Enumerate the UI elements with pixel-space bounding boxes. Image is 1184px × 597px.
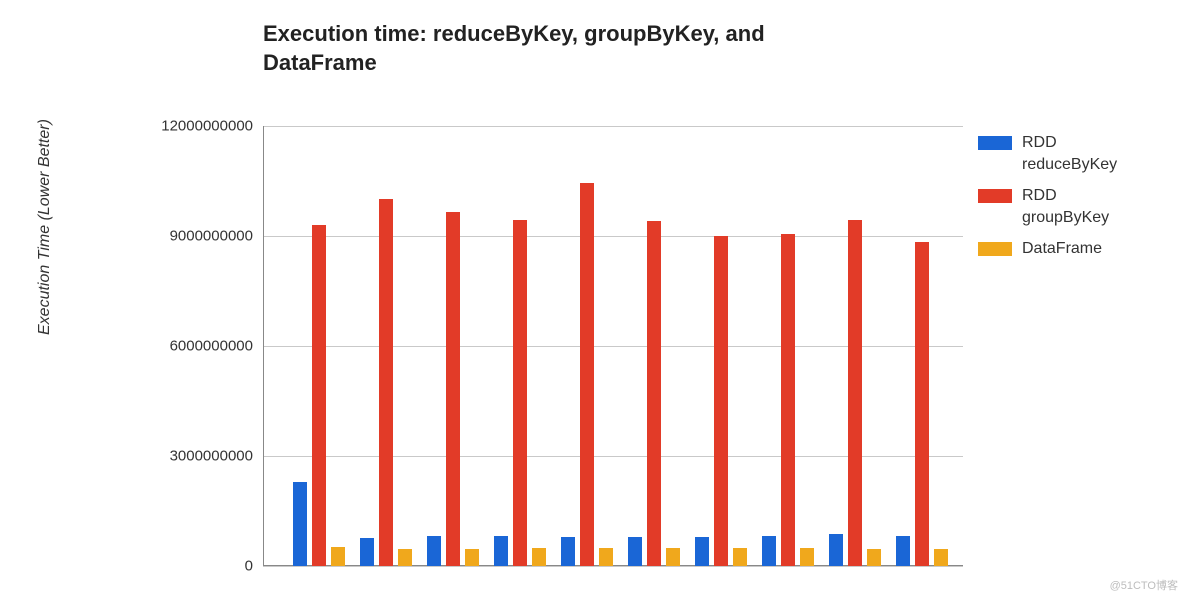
y-tick-label: 3000000000 [128,448,253,465]
bar [647,221,661,566]
bar [446,212,460,566]
bar [666,548,680,566]
bar [762,536,776,566]
bar [829,534,843,566]
bar-group [762,126,829,566]
bars-layer [263,126,963,566]
bar-group [896,126,963,566]
bar [331,547,345,566]
bar [915,242,929,567]
bar [494,536,508,566]
bar [513,220,527,567]
bar [398,549,412,566]
y-tick-label: 12000000000 [128,118,253,135]
legend-swatch [978,242,1012,256]
bar-group [695,126,762,566]
y-axis-label: Execution Time (Lower Better) [36,119,54,335]
bar [848,220,862,567]
legend-swatch [978,136,1012,150]
bar [379,199,393,566]
bar-group [829,126,896,566]
bar [312,225,326,566]
bar [599,548,613,566]
bar-group [360,126,427,566]
gridline [263,566,963,567]
legend-item: DataFrame [978,238,1138,260]
y-tick-labels: 0300000000060000000009000000000120000000… [128,126,253,566]
bar [532,548,546,566]
chart-container: Execution time: reduceByKey, groupByKey,… [48,20,1138,580]
bar-group [561,126,628,566]
bar [465,549,479,566]
bar-group [427,126,494,566]
watermark: @51CTO博客 [1110,577,1178,593]
bar [867,549,881,566]
y-tick-label: 0 [128,558,253,575]
bar [934,549,948,566]
y-tick-label: 6000000000 [128,338,253,355]
bar [714,236,728,566]
bar [427,536,441,566]
legend-label: RDD groupByKey [1022,185,1138,228]
bar [360,538,374,566]
bar-group [494,126,561,566]
bar-group [628,126,695,566]
bar [580,183,594,566]
legend: RDD reduceByKey RDD groupByKey DataFrame [978,132,1138,270]
bar [293,482,307,566]
legend-item: RDD reduceByKey [978,132,1138,175]
plot-area [263,126,963,566]
legend-item: RDD groupByKey [978,185,1138,228]
legend-label: RDD reduceByKey [1022,132,1138,175]
legend-swatch [978,189,1012,203]
chart-title: Execution time: reduceByKey, groupByKey,… [263,20,883,77]
bar [561,537,575,566]
bar [628,537,642,566]
bar [733,548,747,566]
bar [695,537,709,566]
bar [781,234,795,566]
bar [800,548,814,566]
legend-label: DataFrame [1022,238,1102,260]
y-tick-label: 9000000000 [128,228,253,245]
bar [896,536,910,566]
bar-group [293,126,360,566]
